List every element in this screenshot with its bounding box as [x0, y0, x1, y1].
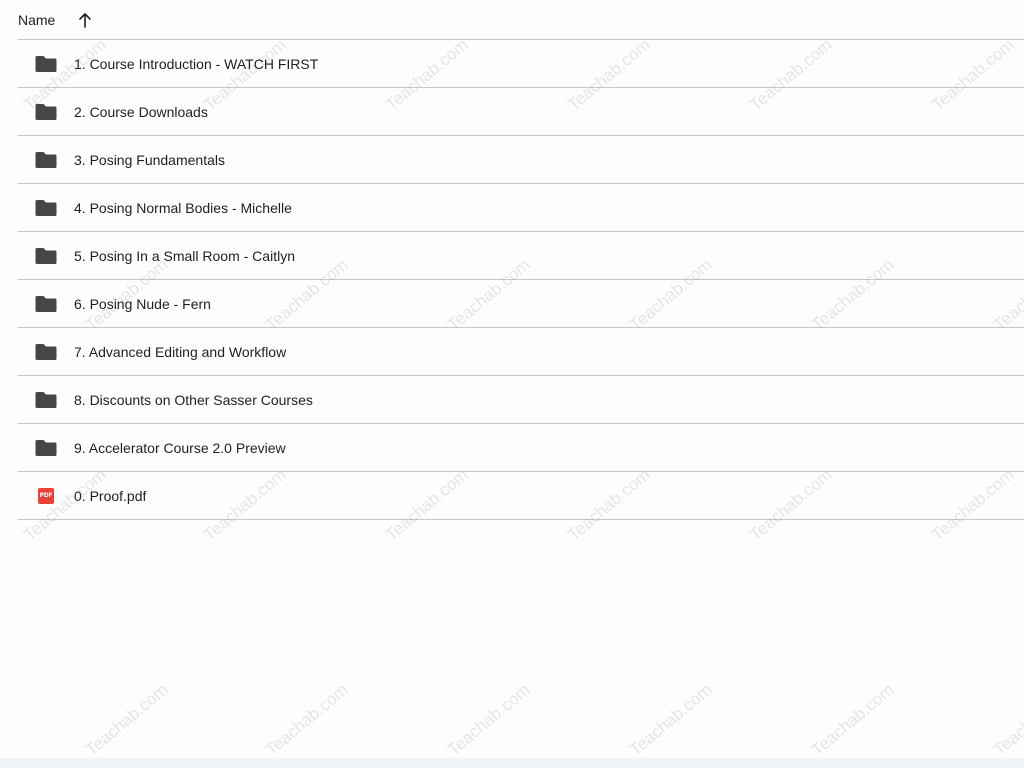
- file-row[interactable]: 2. Course Downloads: [18, 88, 1024, 136]
- file-name: 8. Discounts on Other Sasser Courses: [74, 391, 313, 408]
- file-name: 9. Accelerator Course 2.0 Preview: [74, 439, 286, 456]
- file-rows: 1. Course Introduction - WATCH FIRST 2. …: [18, 40, 1024, 520]
- file-row[interactable]: 3. Posing Fundamentals: [18, 136, 1024, 184]
- file-name: 6. Posing Nude - Fern: [74, 295, 211, 312]
- folder-icon: [35, 149, 57, 171]
- file-row[interactable]: 9. Accelerator Course 2.0 Preview: [18, 424, 1024, 472]
- folder-icon: [35, 341, 57, 363]
- file-row[interactable]: 4. Posing Normal Bodies - Michelle: [18, 184, 1024, 232]
- folder-icon: [35, 101, 57, 123]
- file-name: 0. Proof.pdf: [74, 487, 147, 504]
- file-row[interactable]: PDF 0. Proof.pdf: [18, 472, 1024, 520]
- drive-file-list-page: Name 1. Course Introduction - WATCH FIRS…: [0, 0, 1024, 768]
- file-row[interactable]: 1. Course Introduction - WATCH FIRST: [18, 40, 1024, 88]
- pdf-badge-label: PDF: [38, 487, 54, 504]
- folder-icon: [35, 197, 57, 219]
- file-name: 3. Posing Fundamentals: [74, 151, 225, 168]
- watermark-text: Teachab.com: [626, 679, 716, 760]
- arrow-up-icon: [79, 12, 92, 28]
- folder-icon: [35, 53, 57, 75]
- file-list: Name 1. Course Introduction - WATCH FIRS…: [18, 0, 1024, 520]
- file-row[interactable]: 7. Advanced Editing and Workflow: [18, 328, 1024, 376]
- folder-icon: [35, 293, 57, 315]
- file-name: 5. Posing In a Small Room - Caitlyn: [74, 247, 295, 264]
- list-header: Name: [18, 0, 1024, 40]
- watermark-text: Teachab.com: [444, 679, 534, 760]
- watermark-text: Teachab.com: [262, 679, 352, 760]
- watermark-text: Teachab.com: [82, 679, 172, 760]
- file-name: 7. Advanced Editing and Workflow: [74, 343, 287, 360]
- sort-ascending-button[interactable]: [75, 8, 95, 32]
- name-column-header[interactable]: Name: [18, 12, 55, 28]
- watermark-text: Teachab.com: [990, 679, 1024, 760]
- file-row[interactable]: 6. Posing Nude - Fern: [18, 280, 1024, 328]
- file-row[interactable]: 8. Discounts on Other Sasser Courses: [18, 376, 1024, 424]
- bottom-strip: [0, 758, 1024, 768]
- folder-icon: [35, 437, 57, 459]
- watermark-text: Teachab.com: [808, 679, 898, 760]
- file-name: 1. Course Introduction - WATCH FIRST: [74, 55, 319, 72]
- pdf-icon: PDF: [35, 485, 57, 507]
- file-name: 4. Posing Normal Bodies - Michelle: [74, 199, 292, 216]
- folder-icon: [35, 245, 57, 267]
- folder-icon: [35, 389, 57, 411]
- file-row[interactable]: 5. Posing In a Small Room - Caitlyn: [18, 232, 1024, 280]
- file-name: 2. Course Downloads: [74, 103, 208, 120]
